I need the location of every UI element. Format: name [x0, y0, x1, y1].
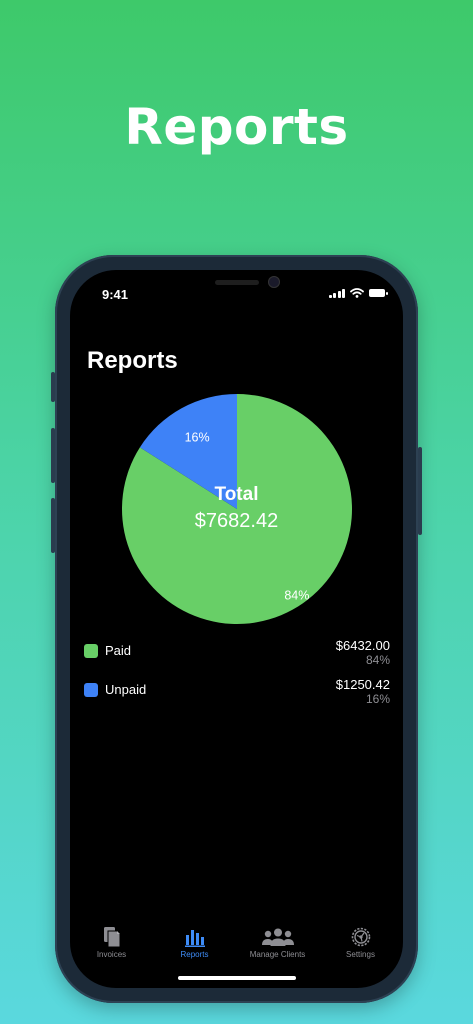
- status-time: 9:41: [102, 287, 129, 302]
- wifi-icon: [350, 288, 364, 298]
- legend-amount: $6432.00: [335, 638, 390, 653]
- tab-manage-clients[interactable]: Manage Clients: [236, 922, 319, 959]
- front-camera: [268, 276, 280, 288]
- tab-label: Manage Clients: [249, 950, 306, 959]
- status-icons: [328, 288, 388, 298]
- total-label: Total: [214, 484, 259, 505]
- tab-bar: Invoices Reports Manage Clients Settings: [70, 922, 403, 972]
- side-button: [51, 498, 55, 553]
- pie-chart: 84% 16%: [122, 394, 352, 624]
- legend-amount: $1250.42: [335, 677, 390, 692]
- power-button: [418, 447, 422, 535]
- side-button: [51, 372, 55, 402]
- side-button: [51, 428, 55, 483]
- legend-row-unpaid[interactable]: Unpaid $1250.42 16%: [84, 677, 390, 717]
- total-value: $7682.42: [194, 510, 279, 532]
- bar-chart-icon: [184, 930, 205, 947]
- signal-icon: [328, 288, 345, 298]
- hero-title: Reports: [124, 98, 349, 156]
- tab-label: Invoices: [96, 950, 127, 959]
- pie-label-paid: 84%: [284, 589, 309, 603]
- people-icon: [261, 928, 294, 946]
- app-screen: 9:41 Reports 84% 16% Total $7682.42 Paid…: [70, 270, 403, 988]
- tab-reports[interactable]: Reports: [153, 922, 236, 959]
- speaker: [215, 280, 259, 285]
- pie-label-unpaid: 16%: [185, 430, 210, 444]
- legend-row-paid[interactable]: Paid $6432.00 84%: [84, 638, 390, 678]
- legend-name: Paid: [105, 643, 132, 658]
- tab-label: Settings: [346, 950, 375, 959]
- gear-icon: [351, 927, 370, 947]
- unpaid-swatch: [84, 683, 98, 697]
- tab-invoices[interactable]: Invoices: [70, 922, 153, 959]
- notch: [147, 270, 327, 300]
- legend-percent: 84%: [365, 653, 390, 667]
- home-indicator: [178, 976, 296, 980]
- paid-swatch: [84, 644, 98, 658]
- tab-label: Reports: [180, 950, 209, 959]
- tab-settings[interactable]: Settings: [319, 922, 402, 959]
- battery-icon: [369, 289, 388, 297]
- legend-name: Unpaid: [105, 682, 147, 697]
- page-title: Reports: [87, 347, 178, 374]
- legend-percent: 16%: [365, 692, 390, 706]
- document-icon: [103, 927, 120, 948]
